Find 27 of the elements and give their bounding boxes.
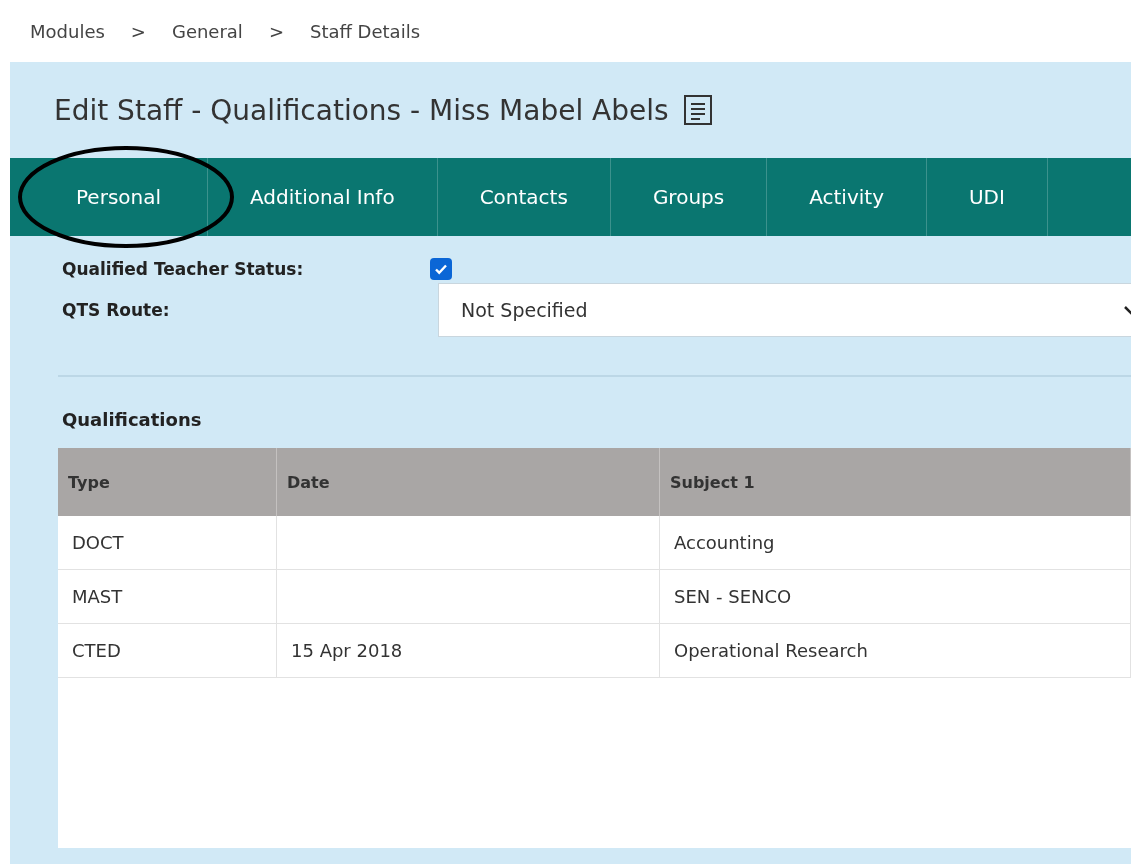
table-cell: Accounting	[674, 532, 775, 553]
table-cell: CTED	[72, 640, 121, 661]
table-cell: Operational Research	[674, 640, 868, 661]
section-heading: Qualifications	[62, 409, 203, 430]
page-title: Edit Staff - Qualifications - Miss Mabel Abels	[54, 93, 669, 127]
table-cell: 15 Apr 2018	[291, 640, 403, 661]
column-header: Type	[58, 448, 277, 516]
table-cell: DOCT	[72, 532, 124, 553]
checkbox[interactable]	[430, 258, 452, 280]
field-label: Qualified Teacher Status:	[62, 259, 305, 279]
tab[interactable]: Additional Info	[208, 158, 438, 236]
breadcrumb-separator: >	[268, 20, 284, 42]
tab[interactable]: Contacts	[437, 158, 611, 236]
column-header: Subject 1	[660, 448, 1131, 516]
breadcrumb-link[interactable]: Staff Details	[309, 20, 420, 42]
breadcrumb-link[interactable]: General	[171, 20, 243, 42]
tab[interactable]: Groups	[610, 158, 768, 236]
breadcrumb-link[interactable]: Modules	[30, 20, 105, 42]
dropdown-field[interactable]: Not Specified	[438, 283, 1131, 337]
field-label: QTS Route:	[62, 300, 171, 320]
tab[interactable]: Activity	[767, 158, 927, 236]
table-cell: SEN - SENCO	[674, 586, 792, 607]
column-header: Date	[277, 448, 660, 516]
breadcrumb-separator: >	[130, 20, 146, 42]
table-cell: MAST	[72, 586, 123, 607]
tab[interactable]: UDI	[927, 158, 1048, 236]
document-icon[interactable]	[682, 94, 713, 126]
